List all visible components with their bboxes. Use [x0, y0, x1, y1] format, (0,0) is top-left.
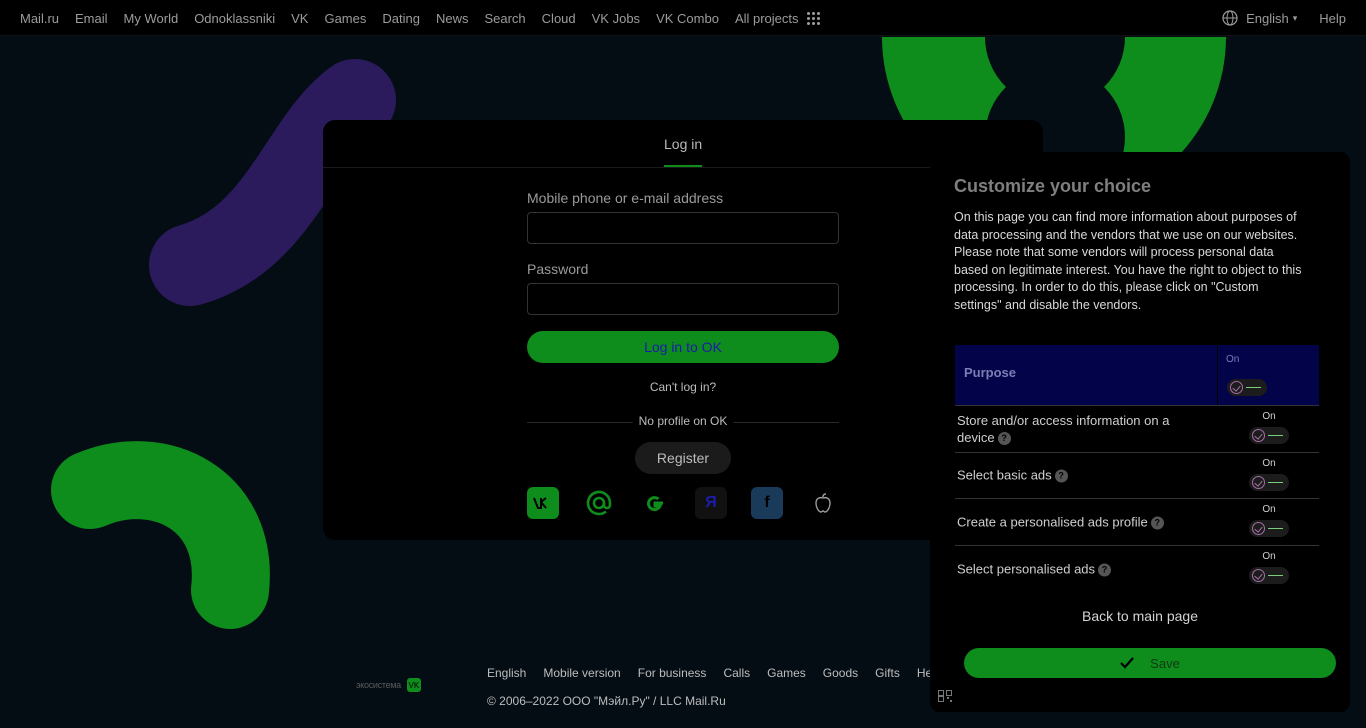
- all-purposes-toggle-label: On: [1226, 354, 1240, 365]
- nav-link-email[interactable]: Email: [75, 11, 108, 26]
- nav-link-cloud[interactable]: Cloud: [542, 11, 576, 26]
- no-profile-divider: No profile on OK: [527, 414, 839, 430]
- purpose-label: Store and/or access information on a dev…: [957, 412, 1170, 445]
- purpose-label: Create a personalised ads profile: [957, 514, 1148, 530]
- nav-link-odnoklassniki[interactable]: Odnoklassniki: [194, 11, 275, 26]
- nav-link-games[interactable]: Games: [324, 11, 366, 26]
- purpose-column-header: Purpose: [964, 365, 1017, 380]
- apple-login-icon[interactable]: [807, 487, 839, 519]
- nav-link-vk[interactable]: VK: [291, 11, 308, 26]
- tab-log-in[interactable]: Log in: [664, 136, 703, 167]
- project-links: Mail.ru Email My World Odnoklassniki VK …: [20, 0, 820, 36]
- checkmark-icon: [1120, 657, 1134, 669]
- top-right-controls: English ▾ Help: [1222, 0, 1346, 36]
- footer-link-gifts[interactable]: Gifts: [875, 666, 900, 680]
- nav-link-mailru[interactable]: Mail.ru: [20, 11, 59, 26]
- globe-icon: [1222, 10, 1238, 26]
- help-link[interactable]: Help: [1319, 11, 1346, 26]
- purpose-row: Store and/or access information on a dev…: [955, 406, 1319, 453]
- no-profile-text: No profile on OK: [632, 414, 734, 428]
- nav-link-my-world[interactable]: My World: [124, 11, 179, 26]
- consent-description-paragraph-2: Please note that some vendors will proce…: [954, 245, 1302, 312]
- nav-link-vk-jobs[interactable]: VK Jobs: [592, 11, 640, 26]
- footer-link-games[interactable]: Games: [767, 666, 806, 680]
- vk-logo-icon: VK: [406, 678, 421, 692]
- save-button[interactable]: Save: [964, 648, 1336, 678]
- ecosystem-logo[interactable]: экосистема VK: [356, 678, 421, 692]
- consent-title: Customize your choice: [954, 176, 1152, 196]
- help-icon[interactable]: ?: [1098, 563, 1112, 577]
- purpose-row: Create a personalised ads profile? On: [955, 499, 1319, 546]
- nav-link-search[interactable]: Search: [484, 11, 525, 26]
- purposes-table-header: Purpose On: [955, 345, 1319, 405]
- footer-link-goods[interactable]: Goods: [823, 666, 858, 680]
- footer-link-for-business[interactable]: For business: [638, 666, 707, 680]
- login-field-label: Mobile phone or e-mail address: [527, 190, 724, 206]
- password-field-label: Password: [527, 261, 589, 277]
- purpose-label: Select basic ads: [957, 467, 1052, 483]
- footer-link-calls[interactable]: Calls: [723, 666, 750, 680]
- help-icon[interactable]: ?: [1054, 469, 1068, 483]
- purpose-toggle-label: On: [1262, 550, 1276, 562]
- purpose-toggle[interactable]: [1249, 520, 1289, 537]
- vk-login-icon[interactable]: [527, 487, 559, 519]
- password-input[interactable]: [527, 283, 839, 315]
- copyright-text: © 2006–2022 ООО "Мэйл.Ру" / LLC Mail.Ru: [487, 694, 726, 708]
- footer-links: English Mobile version For business Call…: [487, 666, 959, 680]
- nav-link-vk-combo[interactable]: VK Combo: [656, 11, 719, 26]
- purpose-row: Select personalised ads? On: [955, 546, 1319, 593]
- language-selector[interactable]: English ▾: [1222, 10, 1297, 26]
- back-to-main-page-link[interactable]: Back to main page: [930, 608, 1350, 624]
- ecosystem-logo-text: экосистема: [356, 680, 401, 690]
- purpose-toggle[interactable]: [1249, 566, 1289, 584]
- login-input[interactable]: [527, 212, 839, 244]
- social-login-row: Я f: [527, 487, 839, 519]
- consent-panel: Customize your choice On this page you c…: [930, 152, 1350, 712]
- chevron-down-icon: ▾: [1292, 12, 1298, 23]
- nav-link-dating[interactable]: Dating: [382, 11, 420, 26]
- google-login-icon[interactable]: [639, 487, 671, 519]
- language-label: English: [1246, 10, 1289, 26]
- mail-ru-login-icon[interactable]: [583, 487, 615, 519]
- footer-link-english[interactable]: English: [487, 666, 526, 680]
- purpose-toggle-label: On: [1262, 457, 1276, 469]
- nav-link-all-projects[interactable]: All projects: [735, 11, 799, 26]
- footer-link-mobile-version[interactable]: Mobile version: [543, 666, 620, 680]
- purpose-row: Select basic ads? On: [955, 453, 1319, 499]
- all-purposes-toggle[interactable]: [1227, 379, 1267, 396]
- facebook-login-icon[interactable]: f: [751, 487, 783, 519]
- help-icon[interactable]: ?: [1150, 516, 1164, 530]
- purpose-toggle[interactable]: [1249, 427, 1289, 444]
- purpose-label: Select personalised ads: [957, 561, 1096, 577]
- top-navigation-bar: Mail.ru Email My World Odnoklassniki VK …: [0, 0, 1366, 36]
- purpose-toggle-label: On: [1262, 411, 1276, 422]
- purposes-table: Purpose On Store and/or access informati…: [955, 345, 1319, 592]
- yandex-login-icon[interactable]: Я: [695, 487, 727, 519]
- register-button[interactable]: Register: [635, 442, 731, 474]
- consent-description-paragraph-1: On this page you can find more informati…: [954, 210, 1298, 242]
- qr-code-icon[interactable]: [938, 690, 952, 702]
- help-icon[interactable]: ?: [997, 431, 1011, 445]
- save-button-label: Save: [1150, 655, 1180, 671]
- purpose-toggle-label: On: [1262, 504, 1276, 515]
- apps-grid-icon[interactable]: [806, 11, 820, 25]
- consent-description: On this page you can find more informati…: [954, 209, 1304, 314]
- purpose-toggle[interactable]: [1249, 473, 1289, 491]
- login-submit-button[interactable]: Log in to OK: [527, 331, 839, 363]
- nav-link-news[interactable]: News: [436, 11, 469, 26]
- green-arc-decoration: [51, 441, 270, 629]
